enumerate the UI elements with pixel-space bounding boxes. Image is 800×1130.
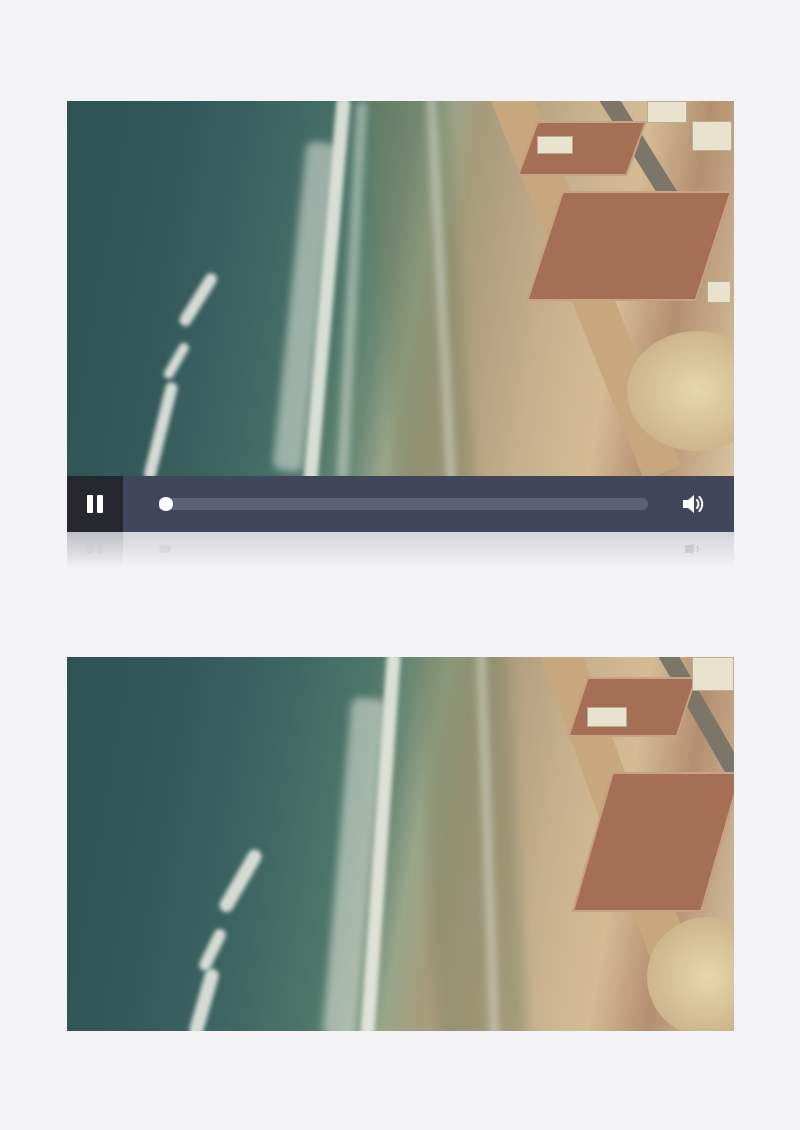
control-bar — [67, 476, 734, 532]
pause-icon — [87, 495, 103, 513]
volume-button[interactable] — [679, 490, 707, 518]
video-player[interactable] — [67, 101, 734, 532]
reflection-pause-icon — [87, 544, 103, 554]
reflection-handle — [159, 545, 171, 553]
reflection-volume-icon — [685, 543, 699, 555]
video-frame[interactable] — [67, 101, 734, 476]
player-reflection — [67, 532, 734, 568]
pause-button[interactable] — [67, 476, 123, 532]
progress-handle[interactable] — [159, 497, 173, 511]
progress-bar[interactable] — [159, 497, 648, 511]
still-frame — [67, 657, 734, 1031]
volume-icon — [683, 495, 704, 513]
still-frame-container — [67, 657, 734, 1031]
